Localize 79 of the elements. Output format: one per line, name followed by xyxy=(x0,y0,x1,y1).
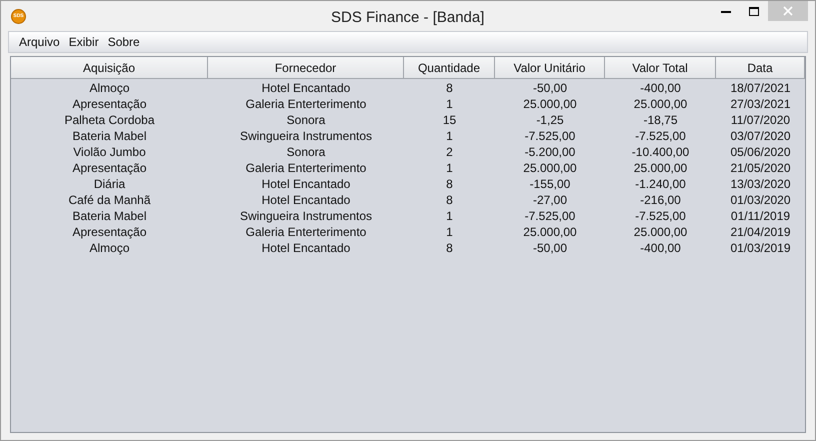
table-cell-text: 25.000,00 xyxy=(522,96,578,112)
table-cell-text: 8 xyxy=(445,240,454,256)
table-cell-text: Apresentação xyxy=(71,224,148,240)
table-cell-text: 03/07/2020 xyxy=(729,128,792,144)
table-cell-text: Apresentação xyxy=(71,160,148,176)
window-title: SDS Finance - [Banda] xyxy=(331,8,484,28)
menu-item[interactable]: Arquivo xyxy=(19,33,60,51)
table-cell-text: 25.000,00 xyxy=(632,160,688,176)
table-cell-text: Almoço xyxy=(88,240,130,256)
table-cell-text: Palheta Cordoba xyxy=(63,112,156,128)
menu-item[interactable]: Sobre xyxy=(108,33,140,51)
table-cell-text: 11/07/2020 xyxy=(730,112,792,128)
table-cell-text: -18,75 xyxy=(642,112,679,128)
column-header[interactable]: Aquisição xyxy=(11,57,208,78)
table-cell-text: -27,00 xyxy=(532,192,568,208)
table-cell-text: 05/06/2020 xyxy=(729,144,792,160)
column-header[interactable]: Quantidade xyxy=(404,57,495,78)
table-cell-text: 01/03/2020 xyxy=(729,192,792,208)
table-cell-text: -7.525,00 xyxy=(524,128,576,144)
table-cell-text: Hotel Encantado xyxy=(260,240,352,256)
menu-item[interactable]: Exibir xyxy=(68,33,99,51)
table-cell-text: 01/11/2019 xyxy=(730,208,792,224)
table-cell-text: -7.525,00 xyxy=(524,208,576,224)
table-cell-text: 21/04/2019 xyxy=(729,224,792,240)
table-cell-text: -155,00 xyxy=(528,176,572,192)
table-cell-text: -216,00 xyxy=(639,192,682,208)
table-cell-text: Bateria Mabel xyxy=(71,208,148,224)
table-cell-text: -400,00 xyxy=(639,240,682,256)
table-cell-text: Galeria Enterterimento xyxy=(244,96,368,112)
column-header[interactable]: Valor Total xyxy=(605,57,716,78)
table-cell-text: -400,00 xyxy=(639,80,682,96)
table-cell-text: 8 xyxy=(445,192,454,208)
table-cell-text: 13/03/2020 xyxy=(729,176,792,192)
table-cell-text: 21/05/2020 xyxy=(729,160,792,176)
table-cell-text: Hotel Encantado xyxy=(260,176,352,192)
table-cell-text: 1 xyxy=(445,208,454,224)
table-cell-text: Swingueira Instrumentos xyxy=(238,208,374,224)
table-cell-text: 1 xyxy=(445,160,454,176)
table-cell-text: Hotel Encantado xyxy=(260,80,352,96)
table-cell-text: 1 xyxy=(445,224,454,240)
table-cell-text: -7.525,00 xyxy=(634,208,687,224)
table-cell-text: 2 xyxy=(445,144,454,160)
table-cell-text: -5.200,00 xyxy=(524,144,576,160)
table-cell-text: -50,00 xyxy=(532,240,568,256)
table-cell-text: 25.000,00 xyxy=(632,224,688,240)
table-cell-text: 8 xyxy=(445,80,454,96)
table-cell-text: 25.000,00 xyxy=(522,224,578,240)
table-cell-text: Diária xyxy=(92,176,126,192)
table-cell-text: -1,25 xyxy=(535,112,565,128)
column-header[interactable]: Valor Unitário xyxy=(495,57,605,78)
table-cell-text: Sonora xyxy=(286,144,326,160)
table-cell-text: Almoço xyxy=(88,80,130,96)
column-header[interactable]: Fornecedor xyxy=(208,57,404,78)
table-cell-text: -10.400,00 xyxy=(630,144,690,160)
table-cell-text: -7.525,00 xyxy=(634,128,687,144)
table-cell-text: 25.000,00 xyxy=(632,96,688,112)
table-cell-text: 01/03/2019 xyxy=(729,240,792,256)
table-cell-text: 18/07/2021 xyxy=(729,80,792,96)
table-cell-text: Galeria Enterterimento xyxy=(244,224,368,240)
table-cell-text: Sonora xyxy=(286,112,326,128)
table-cell-text: Hotel Encantado xyxy=(260,192,352,208)
table-cell-text: Violão Jumbo xyxy=(72,144,147,160)
table-cell-text: 27/03/2021 xyxy=(729,96,792,112)
minimize-icon xyxy=(721,10,731,12)
table-cell-text: Bateria Mabel xyxy=(71,128,148,144)
table-cell-text: Swingueira Instrumentos xyxy=(238,128,374,144)
maximize-icon xyxy=(749,6,759,16)
column-header[interactable]: Data xyxy=(716,57,805,78)
table-cell-text: 25.000,00 xyxy=(522,160,578,176)
table-cell-text: Café da Manhã xyxy=(67,192,152,208)
table-cell-text: 15 xyxy=(442,112,458,128)
table-cell-text: 8 xyxy=(445,176,454,192)
table-cell-text: 1 xyxy=(445,96,454,112)
table-cell-text: Apresentação xyxy=(71,96,148,112)
table-cell-text: -50,00 xyxy=(532,80,568,96)
table-cell-text: 1 xyxy=(445,128,454,144)
table-cell-text: -1.240,00 xyxy=(634,176,687,192)
close-icon xyxy=(783,6,793,16)
table-cell-text: Galeria Enterterimento xyxy=(244,160,368,176)
